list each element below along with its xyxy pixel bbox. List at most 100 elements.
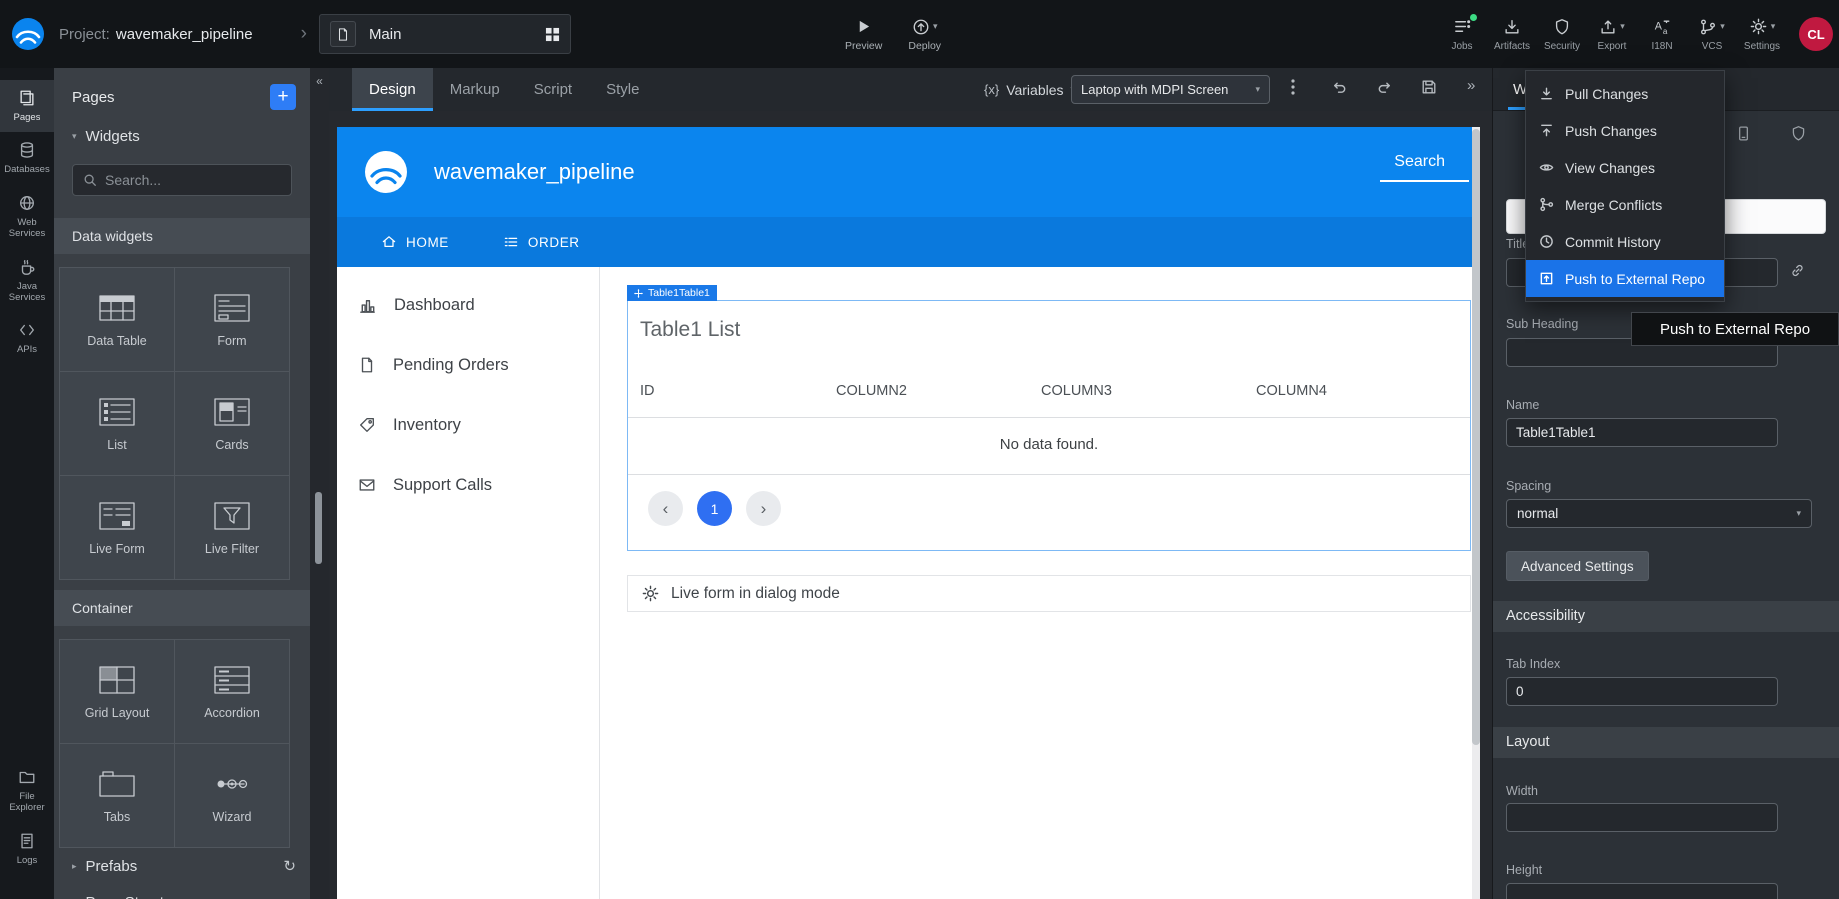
menu-item-push-changes[interactable]: Push Changes bbox=[1526, 112, 1724, 149]
table1-list-widget[interactable]: Table1 List ID COLUMN2 COLUMN3 COLUMN4 N… bbox=[627, 300, 1471, 551]
tab-markup[interactable]: Markup bbox=[433, 68, 517, 111]
redo-button[interactable] bbox=[1376, 79, 1393, 96]
widget-tile-live-filter[interactable]: Live Filter bbox=[175, 476, 289, 579]
chevron-down-icon: ▾ bbox=[1796, 508, 1801, 519]
add-page-button[interactable]: + bbox=[270, 84, 296, 110]
bind-link-icon[interactable] bbox=[1789, 262, 1806, 279]
app-search-link[interactable]: Search bbox=[1380, 153, 1469, 182]
widget-tile-list[interactable]: List bbox=[60, 372, 174, 475]
widget-tile-wizard[interactable]: Wizard bbox=[175, 744, 289, 847]
menu-item-pull-changes[interactable]: Pull Changes bbox=[1526, 75, 1724, 112]
grid-layout-icon bbox=[97, 664, 137, 696]
height-input[interactable] bbox=[1506, 883, 1778, 899]
i18n-button[interactable]: Aa I18N bbox=[1637, 17, 1687, 52]
device-select[interactable]: Laptop with MDPI Screen ▾ bbox=[1071, 75, 1270, 104]
panel-scrollbar-thumb[interactable] bbox=[315, 492, 322, 564]
pagination-next-button[interactable]: › bbox=[746, 491, 781, 526]
deploy-button[interactable]: ▾ Deploy bbox=[908, 17, 941, 52]
menu-item-commit-history[interactable]: Commit History bbox=[1526, 223, 1724, 260]
undo-button[interactable] bbox=[1331, 79, 1348, 96]
collapse-right-panel-button[interactable]: » bbox=[1467, 77, 1475, 94]
table-header-divider bbox=[628, 417, 1470, 418]
rail-item-web-services[interactable]: Web Services bbox=[0, 185, 54, 249]
menu-item-view-changes[interactable]: View Changes bbox=[1526, 149, 1724, 186]
wavemaker-logo-icon[interactable] bbox=[10, 16, 46, 52]
sidenav-dashboard[interactable]: Dashboard bbox=[337, 275, 599, 335]
app-side-nav: Dashboard Pending Orders Inventory Suppo… bbox=[337, 267, 600, 899]
artifacts-download-icon bbox=[1503, 18, 1521, 36]
column-header-column2[interactable]: COLUMN2 bbox=[836, 383, 907, 399]
canvas-scrollbar-thumb[interactable] bbox=[1472, 129, 1480, 745]
collapse-left-panel-button[interactable]: « bbox=[312, 74, 328, 88]
bar-chart-icon bbox=[358, 296, 377, 315]
tab-design[interactable]: Design bbox=[352, 68, 433, 111]
database-icon bbox=[18, 141, 36, 159]
sidenav-pending-orders[interactable]: Pending Orders bbox=[337, 335, 599, 395]
rail-item-apis[interactable]: APIs bbox=[0, 312, 54, 364]
nav-item-home[interactable]: HOME bbox=[381, 234, 449, 250]
menu-item-push-to-external-repo[interactable]: Push to External Repo bbox=[1526, 260, 1724, 297]
rail-item-file-explorer[interactable]: File Explorer bbox=[0, 759, 54, 823]
widget-tile-live-form[interactable]: Live Form bbox=[60, 476, 174, 579]
variables-dropdown[interactable]: {x} Variables ▾ bbox=[984, 68, 1075, 111]
widget-search-input[interactable] bbox=[105, 172, 281, 188]
gear-icon bbox=[641, 584, 660, 603]
page-doc-icon[interactable] bbox=[330, 21, 356, 47]
preview-button[interactable]: Preview bbox=[845, 17, 882, 52]
refresh-prefabs-icon[interactable]: ↻ bbox=[283, 857, 296, 875]
tabs-icon bbox=[97, 768, 137, 800]
rail-item-logs[interactable]: Logs bbox=[0, 823, 54, 875]
width-input[interactable] bbox=[1506, 803, 1778, 832]
column-header-column3[interactable]: COLUMN3 bbox=[1041, 383, 1112, 399]
selected-widget-tag[interactable]: Table1Table1 bbox=[627, 285, 717, 301]
tab-index-input[interactable] bbox=[1506, 677, 1778, 706]
rail-item-databases[interactable]: Databases bbox=[0, 132, 54, 184]
artifacts-button[interactable]: Artifacts bbox=[1487, 17, 1537, 52]
user-avatar[interactable]: CL bbox=[1799, 17, 1833, 51]
sidenav-inventory[interactable]: Inventory bbox=[337, 395, 599, 455]
pagination-prev-button[interactable]: ‹ bbox=[648, 491, 683, 526]
spacing-select[interactable]: normal ▾ bbox=[1506, 499, 1812, 528]
widget-tile-cards[interactable]: Cards bbox=[175, 372, 289, 475]
app-header[interactable]: wavemaker_pipeline Search bbox=[337, 127, 1472, 217]
page-structure-toggle[interactable]: ▸ Page Structure bbox=[54, 884, 310, 899]
view-changes-icon bbox=[1539, 160, 1554, 175]
widget-tile-form[interactable]: Form bbox=[175, 268, 289, 371]
page-grid-icon[interactable] bbox=[545, 27, 560, 42]
canvas-scrollbar[interactable] bbox=[1472, 127, 1480, 899]
shield-icon[interactable] bbox=[1790, 125, 1807, 142]
pagination-page-1[interactable]: 1 bbox=[697, 491, 732, 526]
jobs-button[interactable]: Jobs bbox=[1437, 17, 1487, 52]
page-selector[interactable]: Main bbox=[319, 14, 571, 54]
rail-item-pages[interactable]: Pages bbox=[0, 80, 54, 132]
name-input[interactable] bbox=[1506, 418, 1778, 447]
menu-item-merge-conflicts[interactable]: Merge Conflicts bbox=[1526, 186, 1724, 223]
rail-item-java-services[interactable]: Java Services bbox=[0, 249, 54, 313]
prefabs-section-toggle[interactable]: ▸ Prefabs ↻ bbox=[54, 848, 310, 884]
security-button[interactable]: Security bbox=[1537, 17, 1587, 52]
column-header-id[interactable]: ID bbox=[640, 383, 655, 399]
column-header-column4[interactable]: COLUMN4 bbox=[1256, 383, 1327, 399]
more-options-button[interactable] bbox=[1291, 79, 1295, 95]
design-canvas-page[interactable]: wavemaker_pipeline Search HOME ORDER Das… bbox=[337, 127, 1472, 899]
vcs-button[interactable]: ▾ VCS bbox=[1687, 17, 1737, 52]
tab-style[interactable]: Style bbox=[589, 68, 656, 111]
widget-tile-data-table[interactable]: Data Table bbox=[60, 268, 174, 371]
device-preview-icon[interactable] bbox=[1735, 125, 1752, 142]
live-form-widget[interactable]: Live form in dialog mode bbox=[627, 575, 1471, 612]
advanced-settings-button[interactable]: Advanced Settings bbox=[1506, 551, 1649, 581]
tab-script[interactable]: Script bbox=[517, 68, 589, 111]
nav-item-order[interactable]: ORDER bbox=[503, 234, 580, 250]
sidenav-support-calls[interactable]: Support Calls bbox=[337, 455, 599, 515]
settings-button[interactable]: ▾ Settings bbox=[1737, 17, 1787, 52]
variables-label: Variables bbox=[1006, 82, 1063, 98]
globe-icon bbox=[18, 194, 36, 212]
widgets-section-toggle[interactable]: ▾ Widgets bbox=[54, 116, 310, 156]
save-button[interactable] bbox=[1421, 79, 1437, 95]
export-button[interactable]: ▾ Export bbox=[1587, 17, 1637, 52]
widget-tile-grid-layout[interactable]: Grid Layout bbox=[60, 640, 174, 743]
spacing-label: Spacing bbox=[1506, 479, 1551, 493]
widget-tile-accordion[interactable]: Accordion bbox=[175, 640, 289, 743]
widget-tile-tabs[interactable]: Tabs bbox=[60, 744, 174, 847]
project-name: wavemaker_pipeline bbox=[116, 26, 253, 43]
